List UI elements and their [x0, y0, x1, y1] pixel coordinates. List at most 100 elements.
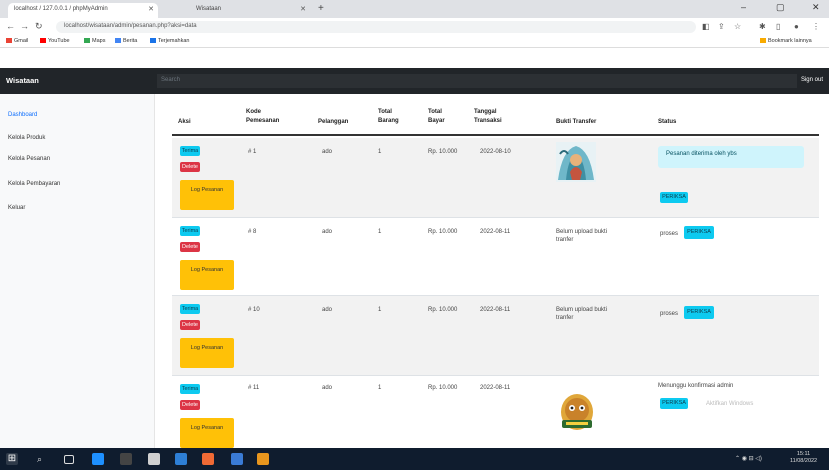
- delete-button[interactable]: Delete: [180, 162, 200, 172]
- sidebar-item-keluar[interactable]: Keluar: [8, 205, 25, 211]
- total-pay: Rp. 10.000: [428, 229, 458, 235]
- bookmark-youtube[interactable]: YouTube: [40, 38, 70, 44]
- tray-icons[interactable]: ⌃ ◉ ⊟ ◁): [735, 455, 762, 462]
- customer-name: ado: [322, 307, 333, 313]
- bookmark-berita[interactable]: Berita: [115, 38, 137, 44]
- extension-icon[interactable]: ✱: [759, 22, 766, 31]
- order-code: # 1: [248, 149, 257, 155]
- sidebar: Dashboard Kelola Produk Kelola Pesanan K…: [0, 94, 155, 448]
- status-text: proses: [660, 231, 679, 237]
- transaction-date: 2022-08-10: [480, 149, 511, 155]
- verify-button[interactable]: PERIKSA: [684, 226, 714, 239]
- xampp-icon[interactable]: [257, 453, 269, 465]
- bookmark-star-icon[interactable]: ☆: [734, 22, 741, 31]
- windows-taskbar: ⊞ ⌕ ⌃ ◉ ⊟ ◁) 15:11 11/08/2022: [0, 448, 829, 470]
- search-icon[interactable]: ⌕: [37, 453, 49, 465]
- back-icon[interactable]: ←: [6, 21, 15, 31]
- sidebar-item-dashboard[interactable]: Dashboard: [8, 112, 37, 118]
- search-input[interactable]: Search: [157, 74, 797, 88]
- accept-button[interactable]: Terima: [180, 304, 200, 314]
- customer-name: ado: [322, 229, 333, 235]
- sidebar-item-kelola-pesanan[interactable]: Kelola Pesanan: [8, 156, 50, 162]
- sidebar-item-kelola-pembayaran[interactable]: Kelola Pembayaran: [8, 181, 60, 187]
- log-button[interactable]: Log Pesanan: [180, 180, 234, 210]
- maps-icon: [84, 38, 90, 44]
- forward-icon[interactable]: →: [20, 21, 29, 31]
- tab-label: localhost / 127.0.0.1 / phpMyAdmin: [14, 6, 108, 12]
- table-row: Terima Delete Log Pesanan # 8 ado 1 Rp. …: [172, 218, 819, 296]
- table-row: Terima Delete Log Pesanan # 10 ado 1 Rp.…: [172, 296, 819, 376]
- address-bar[interactable]: localhost/wisataan/admin/pesanan.php?aks…: [56, 21, 696, 33]
- edge-icon[interactable]: [92, 453, 104, 465]
- firefox-icon[interactable]: [202, 453, 214, 465]
- bookmark-gmail[interactable]: Gmail: [6, 38, 28, 44]
- table-row: Terima Delete Log Pesanan # 11 ado 1 Rp.…: [172, 376, 819, 448]
- total-items: 1: [378, 307, 382, 313]
- sidebar-item-kelola-produk[interactable]: Kelola Produk: [8, 135, 45, 141]
- total-items: 1: [378, 149, 382, 155]
- maximize-icon[interactable]: ▢: [776, 2, 785, 13]
- windows-start-icon[interactable]: ⊞: [6, 453, 18, 465]
- gmail-icon: [6, 38, 12, 44]
- verify-button[interactable]: PERIKSA: [660, 192, 688, 203]
- delete-button[interactable]: Delete: [180, 400, 200, 410]
- translate-icon[interactable]: ◧: [702, 22, 710, 31]
- profile-icon[interactable]: ●: [794, 22, 799, 31]
- header-pelanggan: Pelanggan: [318, 119, 349, 125]
- browser-tab-phpmyadmin[interactable]: localhost / 127.0.0.1 / phpMyAdmin ✕: [8, 3, 158, 18]
- header-total-barang: Total Barang: [378, 109, 399, 124]
- new-tab-icon[interactable]: +: [318, 3, 324, 14]
- share-icon[interactable]: ⇪: [718, 22, 725, 31]
- transaction-date: 2022-08-11: [480, 229, 511, 235]
- total-pay: Rp. 10.000: [428, 385, 458, 391]
- header-bukti: Bukti Transfer: [556, 119, 597, 125]
- reload-icon[interactable]: ↻: [35, 21, 43, 32]
- verify-button[interactable]: PERIKSA: [684, 306, 714, 319]
- log-button[interactable]: Log Pesanan: [180, 260, 234, 290]
- youtube-icon: [40, 38, 46, 44]
- log-button[interactable]: Log Pesanan: [180, 338, 234, 368]
- transaction-date: 2022-08-11: [480, 307, 511, 313]
- close-window-icon[interactable]: ✕: [812, 2, 820, 13]
- signout-link[interactable]: Sign out: [801, 77, 823, 83]
- file-explorer-icon[interactable]: [148, 453, 160, 465]
- customer-name: ado: [322, 149, 333, 155]
- total-items: 1: [378, 229, 382, 235]
- accept-button[interactable]: Terima: [180, 226, 200, 236]
- url-text: localhost/wisataan/admin/pesanan.php?aks…: [64, 23, 197, 29]
- app-icon[interactable]: [175, 453, 187, 465]
- clock[interactable]: 15:11 11/08/2022: [790, 451, 817, 465]
- bookmark-maps[interactable]: Maps: [84, 38, 105, 44]
- browser-tab-wisataan[interactable]: Wisataan ✕: [190, 3, 310, 18]
- verify-button[interactable]: PERIKSA: [660, 398, 688, 409]
- header-aksi: Aksi: [178, 119, 191, 125]
- task-view-icon[interactable]: [64, 455, 74, 464]
- store-icon[interactable]: [120, 453, 132, 465]
- brand-logo[interactable]: Wisataan: [6, 76, 39, 85]
- customer-name: ado: [322, 385, 333, 391]
- table-row: Terima Delete Log Pesanan # 1 ado 1 Rp. …: [172, 138, 819, 218]
- browser-toolbar: ← → ↻ localhost/wisataan/admin/pesanan.p…: [0, 18, 829, 36]
- order-code: # 11: [248, 385, 260, 391]
- bookmark-other[interactable]: Bookmark lainnya: [760, 38, 812, 44]
- accept-button[interactable]: Terima: [180, 384, 200, 394]
- delete-button[interactable]: Delete: [180, 242, 200, 252]
- transfer-proof-image[interactable]: [556, 142, 596, 182]
- bookmark-terjemahkan[interactable]: Terjemahkan: [150, 38, 190, 44]
- menu-icon[interactable]: ⋮: [812, 22, 820, 31]
- transfer-proof-image[interactable]: [558, 390, 596, 434]
- close-icon[interactable]: ✕: [300, 5, 306, 13]
- browser-tab-bar: localhost / 127.0.0.1 / phpMyAdmin ✕ Wis…: [0, 0, 829, 18]
- app-icon[interactable]: [231, 453, 243, 465]
- total-pay: Rp. 10.000: [428, 307, 458, 313]
- accept-button[interactable]: Terima: [180, 146, 200, 156]
- sidepanel-icon[interactable]: ▯: [776, 22, 780, 31]
- transfer-proof-text: Belum upload bukti tranfer: [556, 307, 608, 321]
- table-header: Aksi Kode Pemesanan Pelanggan Total Bara…: [172, 102, 819, 136]
- close-icon[interactable]: ✕: [148, 5, 154, 13]
- minimize-icon[interactable]: –: [741, 2, 746, 12]
- tab-label: Wisataan: [196, 6, 222, 12]
- delete-button[interactable]: Delete: [180, 320, 200, 330]
- header-kode: Kode Pemesanan: [246, 109, 280, 124]
- log-button[interactable]: Log Pesanan: [180, 418, 234, 448]
